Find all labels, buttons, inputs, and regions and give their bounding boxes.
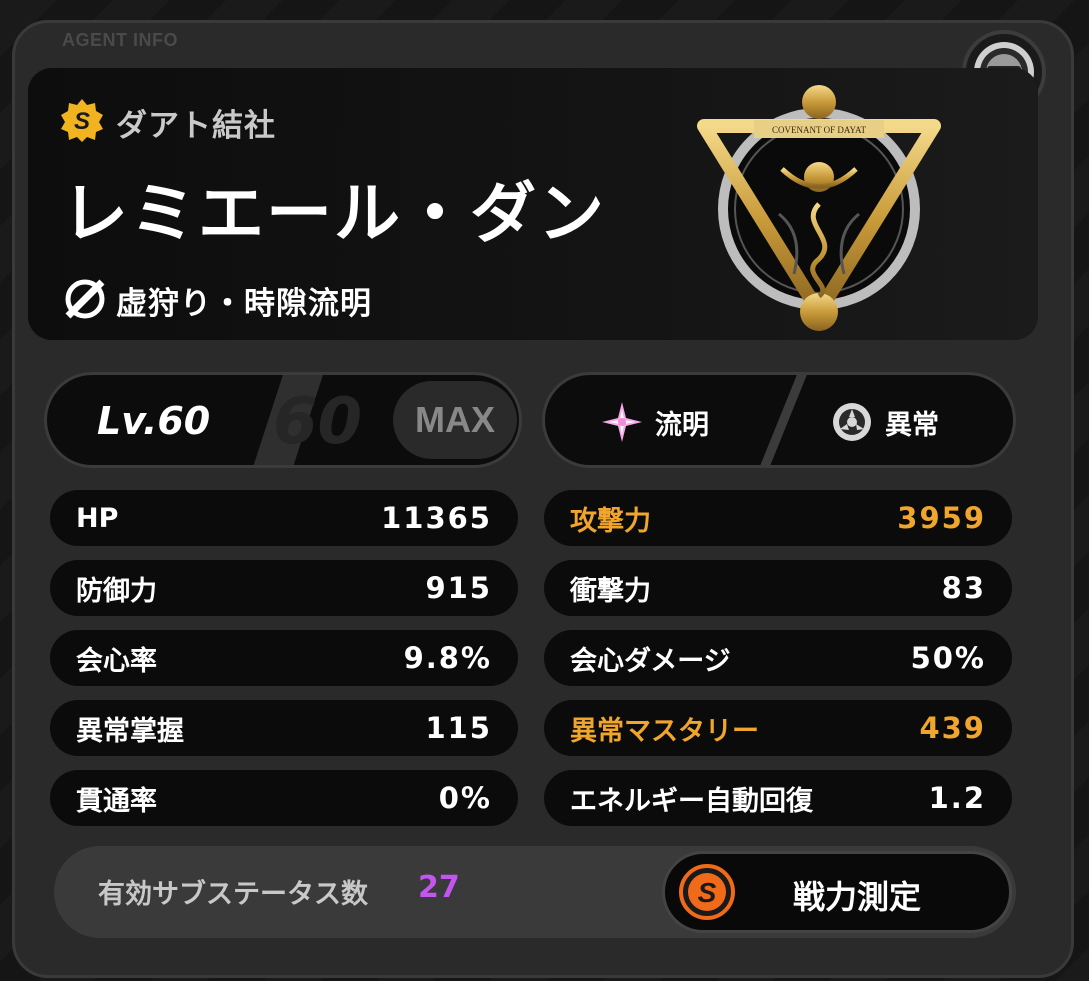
stat-impact: 衝撃力 83	[544, 560, 1012, 616]
stat-value: 1.2	[928, 781, 986, 815]
path-slash-icon	[65, 279, 105, 319]
specialty-type: 異常	[831, 397, 939, 447]
stat-anomaly-mastery: 異常マスタリー 439	[544, 700, 1012, 756]
stat-label: 貫通率	[76, 785, 157, 817]
level-display: 60 Lv.60 MAX	[44, 372, 522, 468]
stat-energy-regen: エネルギー自動回復 1.2	[544, 770, 1012, 826]
stat-value: 0%	[438, 781, 492, 815]
stat-label: 衝撃力	[570, 575, 651, 607]
power-measure-label: 戦力測定	[792, 878, 921, 916]
stat-label: 防御力	[76, 575, 157, 607]
stat-label: 会心ダメージ	[570, 645, 731, 677]
stat-value: 115	[425, 711, 492, 745]
stat-value: 3959	[897, 501, 986, 535]
attribute-type-label: 流明	[655, 409, 709, 441]
stat-defense: 防御力 915	[50, 560, 518, 616]
stat-label: 異常マスタリー	[570, 715, 759, 747]
specialty-type-label: 異常	[885, 409, 939, 441]
rank-letter: S	[74, 108, 90, 135]
level-label: Lv.60	[97, 399, 211, 443]
stat-value: 439	[919, 711, 986, 745]
agent-path: 虚狩り・時隙流明	[116, 286, 372, 322]
level-ghost-number: 60	[273, 385, 363, 459]
stat-anomaly-proficiency: 異常掌握 115	[50, 700, 518, 756]
rank-s-icon: S	[61, 99, 103, 142]
stat-pen-ratio: 貫通率 0%	[50, 770, 518, 826]
stat-hp: HP 11365	[50, 490, 518, 546]
stat-label: 攻撃力	[570, 505, 651, 537]
attribute-type: 流明	[601, 397, 709, 447]
stat-value: 83	[941, 571, 986, 605]
stat-label: HP	[76, 502, 119, 534]
effective-substats-label: 有効サブステータス数	[98, 879, 368, 910]
agent-types: 流明 異常	[542, 372, 1016, 468]
effective-substats-count: 27	[418, 870, 460, 905]
spark-star-icon	[602, 402, 642, 442]
stat-label: 異常掌握	[76, 715, 184, 747]
agent-name: レミエール・ダン	[62, 175, 606, 252]
anomaly-wheel-icon	[833, 403, 871, 441]
stat-value: 9.8%	[403, 641, 492, 675]
section-label: AGENT INFO	[62, 30, 178, 50]
stat-crit-rate: 会心率 9.8%	[50, 630, 518, 686]
stat-crit-damage: 会心ダメージ 50%	[544, 630, 1012, 686]
power-measure-button[interactable]: S 戦力測定	[662, 851, 1012, 933]
faction-emblem-icon: COVENANT OF DAYAT	[697, 85, 941, 331]
stat-label: 会心率	[76, 645, 157, 677]
stat-label: エネルギー自動回復	[570, 785, 813, 817]
max-level-badge: MAX	[393, 381, 517, 459]
stat-value: 11365	[381, 501, 492, 535]
stat-value: 50%	[910, 641, 986, 675]
stat-attack: 攻撃力 3959	[544, 490, 1012, 546]
faction-name: ダアト結社	[116, 108, 276, 144]
stat-value: 915	[425, 571, 492, 605]
